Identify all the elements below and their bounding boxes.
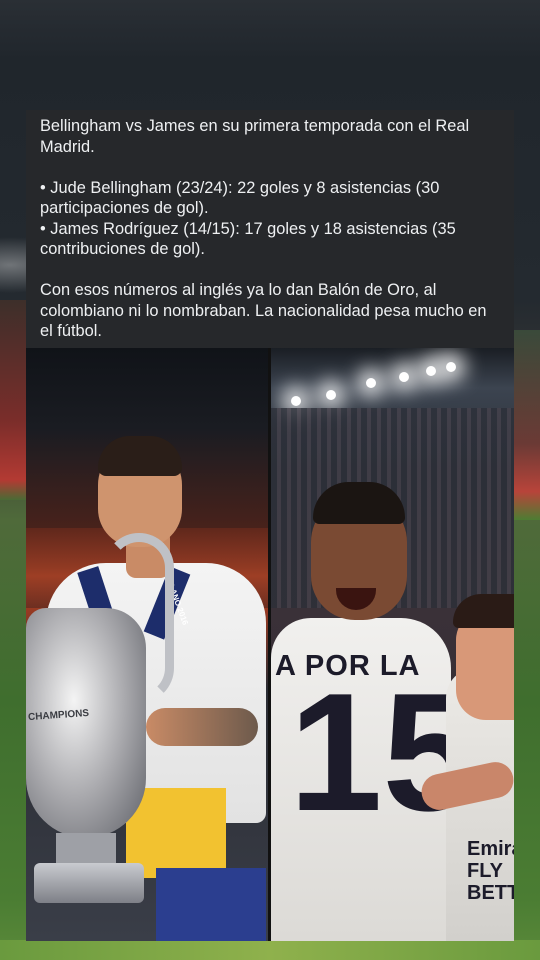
photo-james-trophy[interactable]: MILANO 2016 CHAMPIONS <box>26 348 268 941</box>
trophy-stem <box>56 833 116 863</box>
post-title: Bellingham vs James en su primera tempor… <box>40 117 470 156</box>
post-image-collage[interactable]: MILANO 2016 CHAMPIONS A POR LA 15 Emir F… <box>26 348 514 941</box>
sponsor-text: Emirates FLY BETTER <box>467 838 514 904</box>
trophy-base <box>34 863 144 903</box>
photo-bellingham-celebration[interactable]: A POR LA 15 Emirates FLY BETTER <box>271 348 514 941</box>
background-pitch-strip <box>0 940 540 960</box>
post-conclusion: Con esos números al inglés ya lo dan Bal… <box>40 281 487 340</box>
background-crowd-left <box>0 300 28 500</box>
background-crowd-right <box>514 330 540 520</box>
trophy-handle <box>104 533 174 703</box>
post-text-card: Bellingham vs James en su primera tempor… <box>26 110 514 348</box>
bullet-james: • James Rodríguez (14/15): 17 goles y 18… <box>40 219 456 259</box>
bullet-bellingham: • Jude Bellingham (23/24): 22 goles y 8 … <box>40 178 440 218</box>
hair <box>98 436 182 476</box>
tattooed-arm <box>146 708 258 746</box>
blue-flag <box>156 868 266 941</box>
